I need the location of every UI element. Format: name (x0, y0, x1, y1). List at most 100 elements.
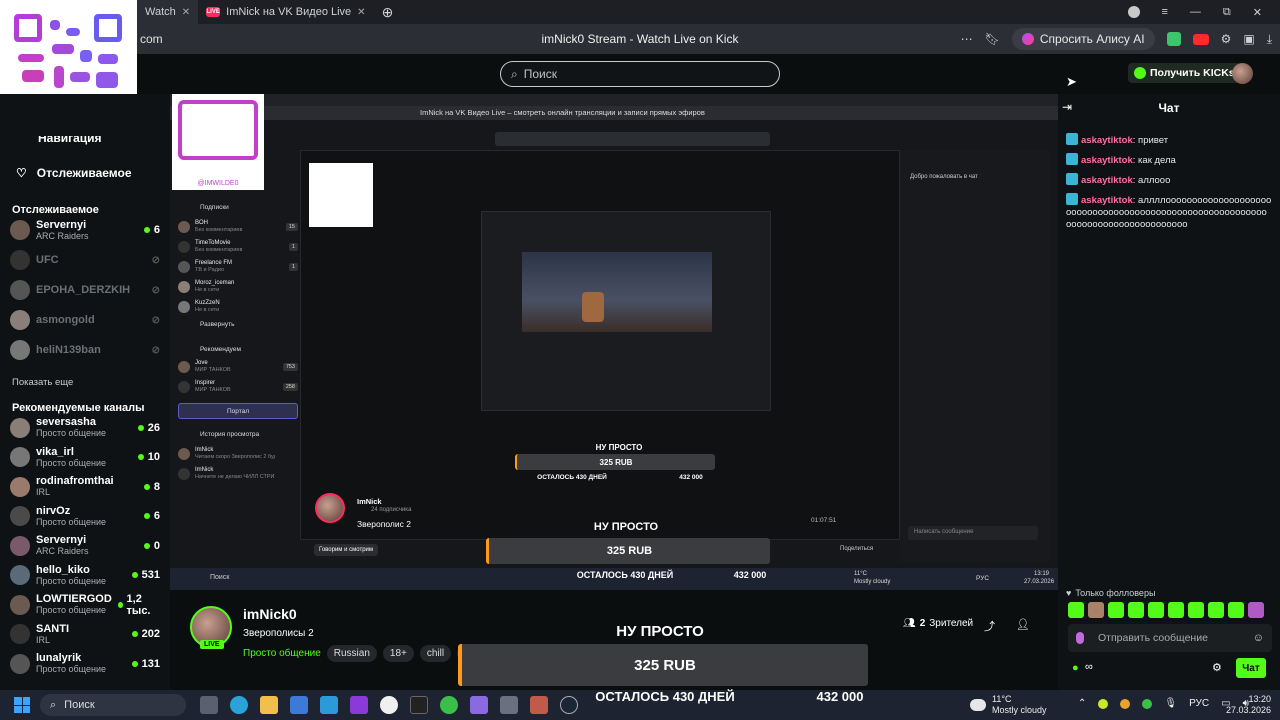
follow-icon[interactable]: 👤︎ (1016, 618, 1030, 631)
microphone-icon[interactable]: 🎙︎ (1164, 698, 1177, 709)
emoji-icon[interactable]: ☺ (1253, 632, 1264, 644)
yandex-browser-icon[interactable] (380, 696, 398, 714)
app-icon[interactable] (350, 696, 368, 714)
youtube-icon[interactable] (1192, 33, 1209, 45)
store-icon[interactable] (290, 696, 308, 714)
search-input[interactable]: ⌕ Поиск (500, 61, 780, 87)
tag-chill[interactable]: chill (419, 645, 452, 662)
vk-history: История просмотра (200, 431, 260, 438)
app-icon[interactable] (320, 696, 338, 714)
video-goal-title: НУ ПРОСТО (593, 521, 659, 533)
tray-chevron-icon[interactable]: ⌃ (1078, 698, 1086, 709)
recommended-channel[interactable]: LOWTIERGOD Просто общение 1,2 тыс. (0, 590, 170, 620)
recommended-channel[interactable]: seversasha Просто общение 26 (0, 413, 170, 443)
mic-icon[interactable] (1076, 632, 1084, 644)
alice-ai-button[interactable]: Спросить Алису AI (1011, 28, 1155, 50)
tab-kick[interactable]: Watch ✕ (137, 0, 199, 24)
new-tab-button[interactable]: ⊕ (374, 0, 402, 24)
following-channel[interactable]: asmongold ⊘ (0, 305, 170, 335)
settings-icon[interactable]: ⚙ (1212, 661, 1222, 674)
emote-icon[interactable] (1108, 602, 1124, 618)
tab-vk-video[interactable]: LIVE ImNick на VK Видео Live ✕ (198, 0, 373, 24)
bookmark-icon[interactable]: 🔖︎ (985, 32, 1000, 46)
emote-icon[interactable] (1148, 602, 1164, 618)
chat-input[interactable]: Отправить сообщение ☺ (1068, 624, 1272, 652)
tray-app-icon[interactable] (1120, 698, 1131, 709)
chat-username[interactable]: askaytiktok (1081, 155, 1133, 166)
recommended-channel[interactable]: nirvOz Просто общение 6 (0, 502, 170, 532)
channel-game: ARC Raiders (36, 230, 89, 241)
kick-points-icon[interactable]: ● (1072, 662, 1079, 674)
app-icon[interactable] (410, 696, 428, 714)
live-dot-icon (131, 631, 138, 638)
close-tab-icon[interactable]: ✕ (182, 7, 190, 18)
emote-icon[interactable] (1068, 602, 1084, 618)
stream-video[interactable]: ImNick на VK Видео Live – смотреть онлай… (170, 94, 1058, 590)
restore-icon[interactable]: ⧉ (1223, 6, 1231, 19)
close-window-icon[interactable]: ✕ (1253, 6, 1262, 19)
shield-icon[interactable] (1166, 32, 1181, 46)
taskbar-search[interactable]: ⌕ Поиск (40, 694, 186, 716)
more-icon[interactable]: ⋯ (961, 32, 973, 46)
emote-icon[interactable] (1208, 602, 1224, 618)
windows-start-icon[interactable] (14, 697, 30, 713)
tag-russian[interactable]: Russian (326, 645, 377, 662)
task-view-icon[interactable] (200, 696, 218, 714)
recommended-channel[interactable]: Servernyi ARC Raiders 0 (0, 531, 170, 561)
collections-icon[interactable]: ▣ (1243, 32, 1254, 46)
viewer-count: 0 (153, 539, 160, 552)
emote-icon[interactable] (1088, 602, 1104, 618)
recommended-channel[interactable]: rodinafromthai IRL 8 (0, 472, 170, 502)
app-icon[interactable] (470, 696, 488, 714)
menu-icon[interactable]: ≡ (1162, 6, 1168, 18)
profile-icon[interactable] (1127, 6, 1140, 18)
streamer-name[interactable]: imNick0 (243, 606, 297, 622)
goal-target: 432 000 (816, 688, 864, 704)
inner-goal-amount: 325 RUB (515, 454, 715, 470)
get-kicks-button[interactable]: Получить KICKs (1128, 63, 1241, 83)
emote-icon[interactable] (1188, 602, 1204, 618)
stream-category[interactable]: Просто общение (243, 648, 321, 659)
recommended-channel[interactable]: vika_irl Просто общение 10 (0, 443, 170, 473)
chat-send-button[interactable]: Чат (1236, 658, 1266, 678)
sidebar-nav-partial[interactable]: Навигация (38, 136, 102, 146)
tag-18plus[interactable]: 18+ (382, 645, 414, 662)
vk-qr-handle: @IMWILDE0 (197, 180, 239, 187)
minimize-icon[interactable]: — (1190, 6, 1201, 18)
emote-icon[interactable] (1228, 602, 1244, 618)
close-tab-icon[interactable]: ✕ (357, 7, 365, 18)
edge-icon[interactable] (230, 696, 248, 714)
vk-time: 01:07:51 (811, 517, 837, 524)
share-icon[interactable]: ⤴ (984, 618, 995, 634)
emote-icon[interactable] (1168, 602, 1184, 618)
sidebar-following-link[interactable]: ♡ Отслеживаемое (16, 166, 132, 180)
following-channel[interactable]: UFC ⊘ (0, 245, 170, 275)
recommended-channel[interactable]: SANTI IRL 202 (0, 620, 170, 650)
language-indicator[interactable]: РУС (1189, 698, 1209, 709)
download-icon[interactable]: ⤓ (1267, 32, 1272, 47)
chat-username[interactable]: askaytiktok (1081, 135, 1133, 146)
steam-icon[interactable] (560, 696, 578, 714)
following-channel[interactable]: EPOHA_DERZKIH ⊘ (0, 275, 170, 305)
chat-username[interactable]: askaytiktok (1081, 195, 1133, 206)
app-icon[interactable] (500, 696, 518, 714)
app-icon[interactable] (440, 696, 458, 714)
tray-app-icon[interactable] (1142, 698, 1153, 709)
chat-username[interactable]: askaytiktok (1081, 175, 1133, 186)
clock[interactable]: 13:20 27.03.2026 (1226, 694, 1271, 716)
tray-app-icon[interactable] (1098, 698, 1109, 709)
emote-icon[interactable] (1248, 602, 1264, 618)
show-more-link[interactable]: Показать еще (12, 377, 73, 388)
channel-game: Просто общение (36, 516, 106, 527)
emote-icon[interactable] (1128, 602, 1144, 618)
tiktok-badge-icon (1066, 133, 1078, 145)
user-avatar[interactable] (1232, 63, 1253, 84)
recommended-channel[interactable]: hello_kiko Просто общение 531 (0, 561, 170, 591)
recommended-channel[interactable]: lunalyrik Просто общение 131 (0, 649, 170, 679)
extensions-icon[interactable]: ⚙ (1221, 32, 1232, 46)
following-channel[interactable]: heliN139ban ⊘ (0, 335, 170, 365)
following-channel[interactable]: Servernyi ARC Raiders 6 (0, 215, 170, 245)
channel-game: Просто общение (36, 457, 106, 468)
app-icon[interactable] (530, 696, 548, 714)
explorer-icon[interactable] (260, 696, 278, 714)
